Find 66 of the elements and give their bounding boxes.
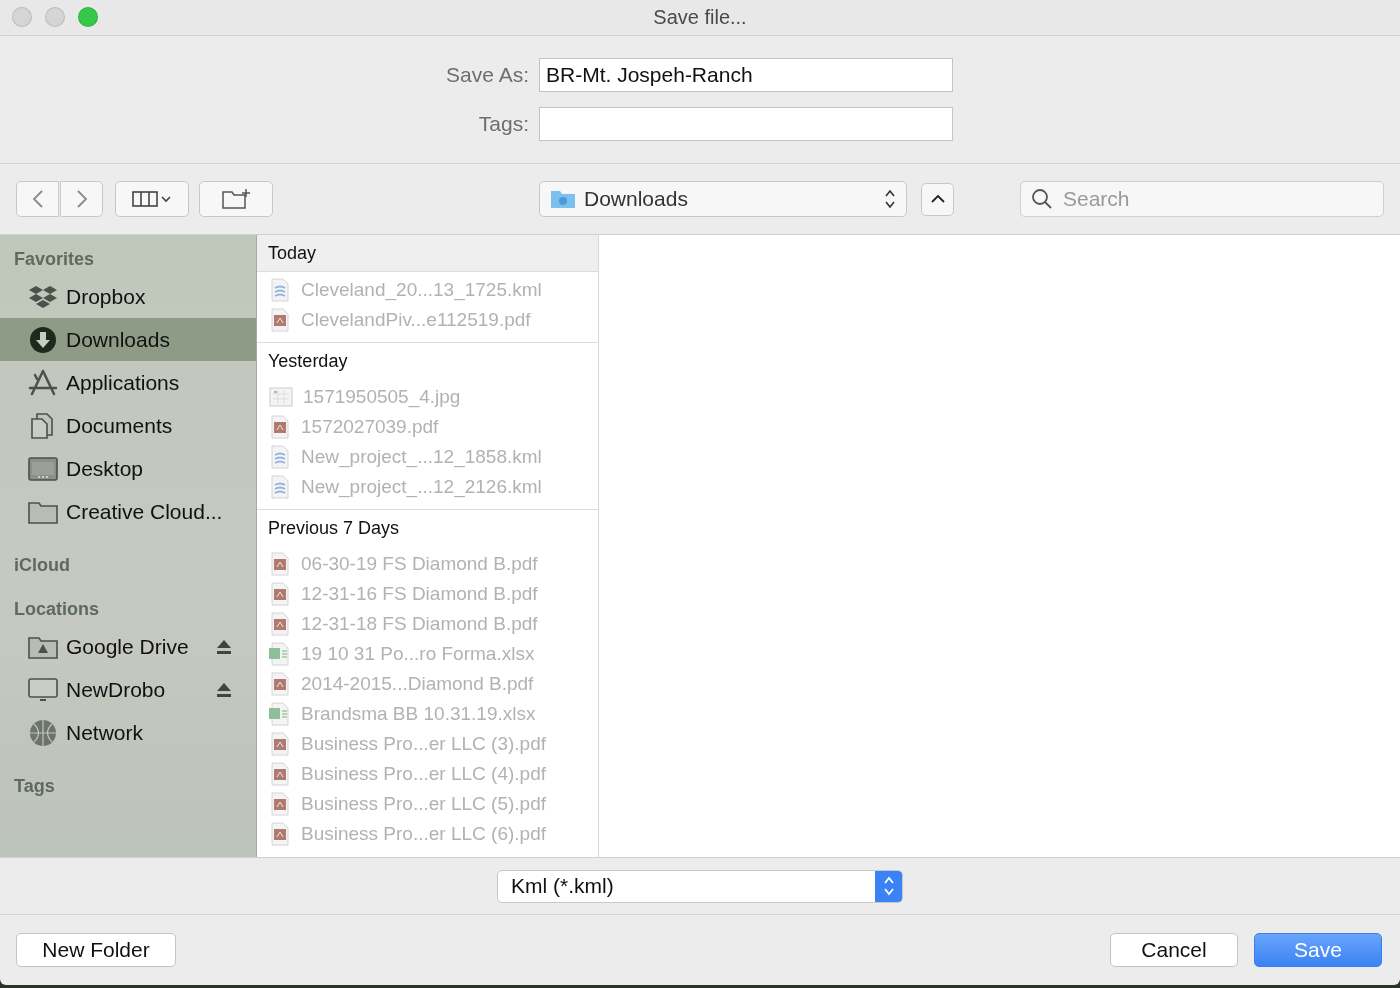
back-button[interactable]	[16, 181, 59, 217]
download-icon	[28, 325, 58, 354]
pdf-document-icon	[269, 792, 291, 816]
up-down-arrows-icon	[882, 875, 895, 897]
minimize-icon[interactable]	[45, 7, 65, 27]
zoom-icon[interactable]	[78, 7, 98, 27]
sidebar-item[interactable]: Documents	[0, 404, 256, 447]
search-icon	[1031, 188, 1053, 210]
sidebar-item[interactable]: NewDrobo	[0, 668, 256, 711]
tags-field[interactable]	[539, 107, 953, 141]
sidebar-item[interactable]: Network	[0, 711, 256, 754]
cancel-button[interactable]: Cancel	[1110, 933, 1238, 967]
sidebar-item[interactable]: Downloads	[0, 318, 256, 361]
sidebar-item[interactable]: Dropbox	[0, 275, 256, 318]
globe-document-icon	[269, 445, 291, 469]
save-button[interactable]: Save	[1254, 933, 1382, 967]
save-as-field[interactable]: BR-Mt. Jospeh-Ranch	[539, 58, 953, 92]
sidebar-section-title: Locations	[13, 598, 100, 621]
sidebar-item[interactable]: Google Drive	[0, 625, 256, 668]
new-folder-button[interactable]	[199, 181, 273, 217]
globe-document-icon	[269, 475, 291, 499]
sidebar-section-title: Favorites	[13, 248, 96, 271]
spreadsheet-document-icon	[269, 642, 291, 666]
search-field[interactable]: Search	[1020, 181, 1384, 217]
window-title: Save file...	[653, 6, 747, 29]
close-icon[interactable]	[12, 7, 32, 27]
pdf-document-icon	[269, 552, 291, 576]
sidebar-item[interactable]: Desktop	[0, 447, 256, 490]
chevron-up-icon	[929, 194, 946, 204]
spreadsheet-document-icon	[269, 702, 291, 726]
sidebar-item[interactable]: Applications	[0, 361, 256, 404]
folder-plus-icon	[221, 188, 251, 210]
pdf-document-icon	[269, 762, 291, 786]
eject-icon[interactable]	[216, 638, 232, 655]
sidebar-item[interactable]: Creative Cloud...	[0, 490, 256, 533]
desktop-icon	[28, 454, 58, 483]
format-dropdown[interactable]: Kml (*.kml)	[497, 869, 903, 903]
columns-icon	[132, 191, 172, 207]
view-mode-button[interactable]	[115, 181, 189, 217]
image-document-icon	[269, 386, 293, 408]
pdf-document-icon	[269, 822, 291, 846]
pdf-document-icon	[269, 415, 291, 439]
monitor-icon	[28, 675, 58, 704]
location-popup[interactable]: Downloads	[539, 181, 907, 217]
chevron-left-icon	[31, 189, 44, 209]
globe-document-icon	[269, 278, 291, 302]
downloads-folder-icon	[550, 189, 576, 209]
parent-folder-button[interactable]	[921, 182, 954, 216]
new-folder-text-button[interactable]: New Folder	[16, 933, 176, 967]
tags-label: Tags:	[477, 112, 529, 136]
pdf-document-icon	[269, 672, 291, 696]
pdf-document-icon	[269, 732, 291, 756]
chevron-right-icon	[75, 189, 88, 209]
group-header: Today	[257, 235, 598, 272]
search-input[interactable]: Search	[1061, 186, 1365, 212]
sidebar-section-title: Tags	[13, 775, 56, 798]
eject-icon[interactable]	[216, 681, 232, 698]
up-down-arrows-icon	[884, 188, 896, 210]
applications-icon	[28, 368, 58, 397]
sidebar-section-title: iCloud	[13, 554, 71, 577]
pdf-document-icon	[269, 308, 291, 332]
save-as-label: Save As:	[445, 63, 529, 87]
globe-icon	[28, 718, 58, 747]
pdf-document-icon	[269, 612, 291, 636]
pdf-document-icon	[269, 582, 291, 606]
forward-button[interactable]	[60, 181, 103, 217]
